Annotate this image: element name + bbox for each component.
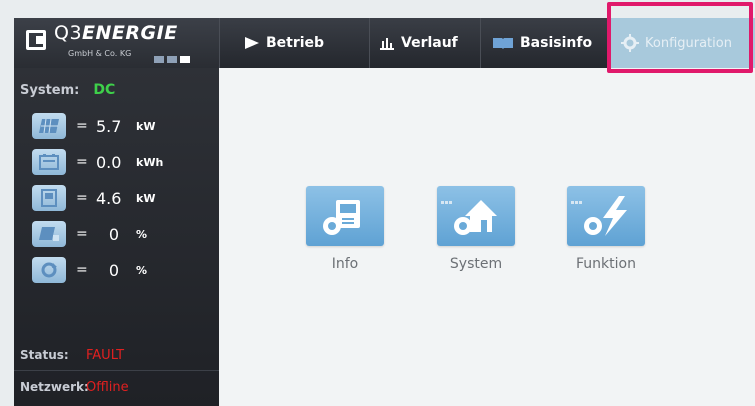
logo-mark-icon xyxy=(26,30,46,50)
system-row: System: DC xyxy=(20,82,115,98)
metric-value: 5.7 xyxy=(96,116,122,136)
info-disk-icon xyxy=(306,186,384,246)
play-icon xyxy=(244,36,260,50)
metric-cycle-percent: = 0 % xyxy=(32,256,147,284)
metric-value: 0 xyxy=(108,224,120,244)
system-label: System: xyxy=(20,83,80,98)
metric-inverter: = 4.6 kW xyxy=(32,184,155,212)
tab-basisinfo-label: Basisinfo xyxy=(520,35,593,51)
device-screen: Q3ENERGIE GmbH & Co. KG Betrieb Verlauf … xyxy=(14,18,755,406)
metric-value: 4.6 xyxy=(96,188,122,208)
metric-battery: = 0.0 kWh xyxy=(32,148,163,176)
network-value: Offline xyxy=(86,380,129,395)
solar-panel-icon xyxy=(32,113,66,139)
battery-energy-icon xyxy=(32,149,66,175)
metric-eq: = xyxy=(76,118,88,134)
logo-title: Q3ENERGIE xyxy=(54,22,178,44)
inverter-icon xyxy=(32,185,66,211)
logo-subtitle: GmbH & Co. KG xyxy=(68,49,132,58)
tab-basisinfo[interactable]: Basisinfo xyxy=(482,18,610,68)
metric-panel-percent: = 0 % xyxy=(32,220,147,248)
metric-unit: % xyxy=(136,227,148,241)
book-icon xyxy=(492,36,514,50)
metric-unit: kW xyxy=(136,119,156,133)
network-label: Netzwerk: xyxy=(20,380,89,394)
metric-value: 0.0 xyxy=(96,152,122,172)
metric-unit: % xyxy=(136,263,148,277)
tab-betrieb[interactable]: Betrieb xyxy=(220,18,370,68)
status-value: FAULT xyxy=(86,348,125,363)
metric-eq: = xyxy=(76,262,88,278)
metric-solar: = 5.7 kW xyxy=(32,112,155,140)
logo-squares-icon xyxy=(154,48,193,67)
cycle-percent-icon xyxy=(32,257,66,283)
metric-eq: = xyxy=(76,226,88,242)
status-label: Status: xyxy=(20,348,69,362)
tile-info[interactable]: Info xyxy=(305,186,385,272)
tab-verlauf[interactable]: Verlauf xyxy=(371,18,481,68)
highlight-frame xyxy=(607,2,753,73)
tile-funktion[interactable]: Funktion xyxy=(566,186,646,272)
network-row: Netzwerk:Offline xyxy=(20,380,129,395)
tile-info-label: Info xyxy=(331,256,359,272)
metric-value: 0 xyxy=(108,260,120,280)
divider xyxy=(14,370,219,371)
tile-funktion-label: Funktion xyxy=(576,256,636,272)
status-sidebar: System: DC = 5.7 kW = 0.0 kWh = 4.6 kW =… xyxy=(14,68,219,406)
house-gear-icon xyxy=(437,186,515,246)
tile-system[interactable]: System xyxy=(436,186,516,272)
brand-logo: Q3ENERGIE GmbH & Co. KG xyxy=(14,18,220,68)
metric-unit: kWh xyxy=(136,155,164,169)
system-value: DC xyxy=(93,82,116,98)
tile-system-label: System xyxy=(449,256,503,272)
tab-betrieb-label: Betrieb xyxy=(266,35,325,51)
metric-eq: = xyxy=(76,190,88,206)
status-row: Status: FAULT xyxy=(20,348,124,363)
lightning-gear-icon xyxy=(567,186,645,246)
panel-percent-icon xyxy=(32,221,66,247)
bar-chart-icon xyxy=(379,36,395,50)
metric-eq: = xyxy=(76,154,88,170)
metric-unit: kW xyxy=(136,191,156,205)
tab-verlauf-label: Verlauf xyxy=(401,35,458,51)
